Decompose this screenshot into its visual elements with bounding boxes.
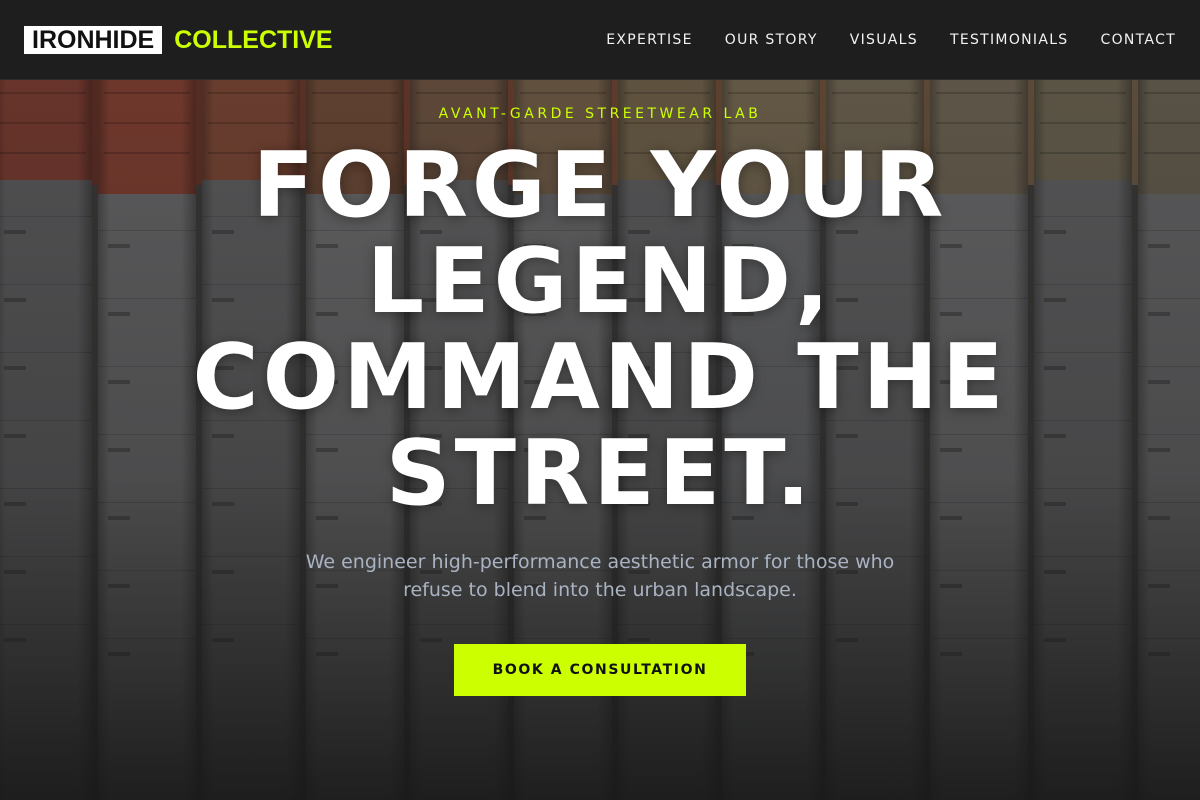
logo-wordmark-primary: IRONHIDE: [24, 25, 163, 54]
nav-link-contact[interactable]: CONTACT: [1101, 32, 1177, 48]
book-consultation-button[interactable]: BOOK A CONSULTATION: [454, 644, 746, 696]
nav-link-testimonials[interactable]: TESTIMONIALS: [950, 32, 1069, 48]
logo-wordmark-secondary: COLLECTIVE: [174, 25, 333, 54]
brand-logo[interactable]: IRONHIDE COLLECTIVE: [24, 25, 333, 54]
main-nav: EXPERTISE OUR STORY VISUALS TESTIMONIALS…: [574, 32, 1176, 48]
hero-subtext: We engineer high-performance aesthetic a…: [305, 551, 895, 601]
hero-content: AVANT-GARDE STREETWEAR LAB FORGE YOUR LE…: [0, 80, 1200, 800]
hero-eyebrow: AVANT-GARDE STREETWEAR LAB: [438, 106, 762, 122]
hero-headline: FORGE YOUR LEGEND, COMMAND THE STREET.: [192, 133, 1008, 526]
hero-section: AVANT-GARDE STREETWEAR LAB FORGE YOUR LE…: [0, 80, 1200, 800]
site-header: IRONHIDE COLLECTIVE EXPERTISE OUR STORY …: [0, 0, 1200, 80]
nav-link-expertise[interactable]: EXPERTISE: [606, 32, 693, 48]
nav-link-our-story[interactable]: OUR STORY: [725, 32, 818, 48]
nav-link-visuals[interactable]: VISUALS: [850, 32, 918, 48]
